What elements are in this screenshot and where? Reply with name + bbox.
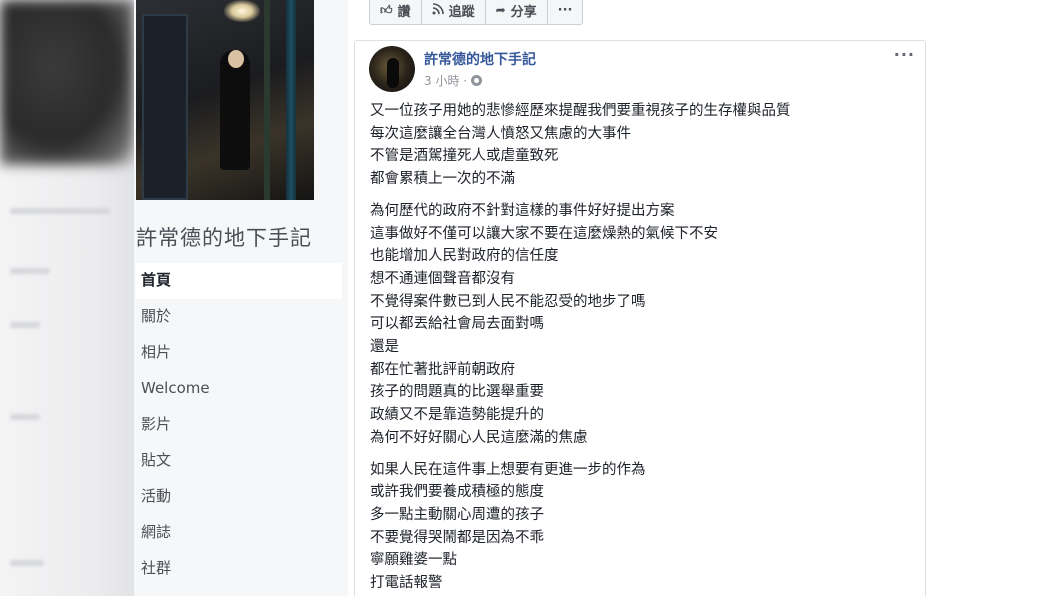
photo-person [220,50,250,170]
photo-pipe [286,0,296,200]
post-text-line: 多一點主動關心周遭的孩子 [370,506,544,523]
post-more-icon[interactable]: ··· [894,45,915,64]
post-text-line: 也能增加人民對政府的信任度 [370,248,559,265]
post-text-line: 還是 [370,339,399,356]
post-text-line: 為何不好好關心人民這麼滿的焦慮 [370,429,588,446]
share-label: 分享 [510,4,537,20]
post-author-name[interactable]: 許常德的地下手記 [424,49,536,69]
post-text-line: 不管是酒駕撞死人或虐童致死 [370,148,559,165]
post-text-line: 孩子的問題真的比選舉重要 [370,384,544,401]
post-paragraph: 又一位孩子用她的悲慘經歷來提醒我們要重視孩子的生存權與品質 每次這麼讓全台灣人憤怒… [370,100,910,191]
post-timestamp[interactable]: 3 小時 · [424,72,467,89]
post-text-line: 為何歷代的政府不針對這樣的事件好好提出方案 [370,202,675,219]
share-button[interactable]: ➦ 分享 [486,0,548,24]
post-text-line: 想不通連個聲音都沒有 [370,270,515,287]
post-meta: 3 小時 · [424,72,483,89]
like-label: 讚 [397,4,411,20]
photo-door [142,14,188,200]
nav-item-videos[interactable]: 影片 [134,407,342,443]
post-paragraph: 如果人民在這件事上想要有更進一步的作為 或許我們要養成積極的態度 多一點主動關心周遭… [370,459,910,595]
share-arrow-icon: ➦ [495,3,506,17]
like-button[interactable]: 👍︎ 讚 [370,0,422,24]
post-text-line: 如果人民在這件事上想要有更進一步的作為 [370,461,646,478]
photo-pipe [264,0,270,200]
blurred-text [10,208,110,214]
post-text-line: 都會累積上一次的不滿 [370,171,515,188]
more-label: ··· [557,2,573,18]
nav-item-about[interactable]: 關於 [134,299,342,335]
photo-person-head [228,50,244,68]
blurred-text [10,414,40,420]
globe-icon[interactable] [471,75,483,86]
page-sidebar: 許常德的地下手記 首頁 關於 相片 Welcome 影片 貼文 活動 網誌 社群 [134,0,348,596]
blurred-text [10,268,50,274]
follow-label: 追蹤 [448,4,475,20]
nav-item-posts[interactable]: 貼文 [134,443,342,479]
blurred-text [10,560,44,566]
follow-button[interactable]: 追蹤 [422,0,486,24]
nav-item-welcome[interactable]: Welcome [134,371,342,407]
post-text-line: 或許我們要養成積極的態度 [370,484,544,501]
post-text-line: 打電話報警 [370,575,443,592]
post-text-line: 不覺得案件數已到人民不能忍受的地步了嗎 [370,293,646,310]
post-card: 許常德的地下手記 3 小時 · ··· 又一位孩子用她的悲慘經歷來提醒我們要重視… [354,40,926,596]
thumbs-up-icon: 👍︎ [380,2,393,17]
post-text-line: 政績又不是靠造勢能提升的 [370,407,544,424]
post-text-line: 不要覺得哭鬧都是因為不乖 [370,529,544,546]
page-nav: 首頁 關於 相片 Welcome 影片 貼文 活動 網誌 社群 [134,263,342,587]
post-text-line: 寧願雞婆一點 [370,552,457,569]
rss-icon [432,2,444,18]
nav-item-events[interactable]: 活動 [134,479,342,515]
post-paragraph: 為何歷代的政府不針對這樣的事件好好提出方案這事做好不僅可以讓大家不要在這麼燥熱的… [370,200,910,450]
post-text-line: 每次這麼讓全台灣人憤怒又焦慮的大事件 [370,125,631,142]
post-text-line: 都在忙著批評前朝政府 [370,361,515,378]
page-action-bar: 👍︎ 讚 追蹤 ➦ 分享 ··· [369,0,584,25]
blurred-background [0,0,134,596]
blurred-text [10,322,40,328]
nav-item-notes[interactable]: 網誌 [134,515,342,551]
page-title[interactable]: 許常德的地下手記 [136,222,312,252]
nav-item-community[interactable]: 社群 [134,551,342,587]
post-body: 又一位孩子用她的悲慘經歷來提醒我們要重視孩子的生存權與品質 每次這麼讓全台灣人憤怒… [370,100,910,596]
nav-item-photos[interactable]: 相片 [134,335,342,371]
profile-cover-photo[interactable] [136,0,314,200]
nav-item-home[interactable]: 首頁 [136,263,342,299]
post-text-line: 這事做好不僅可以讓大家不要在這麼燥熱的氣候下不安 [370,225,718,242]
photo-light [224,0,260,22]
post-text-line: 可以都丟給社會局去面對嗎 [370,316,544,333]
blurred-photo [0,0,134,165]
avatar-figure [387,58,399,88]
more-options-button[interactable]: ··· [548,0,583,24]
post-text-line: 又一位孩子用她的悲慘經歷來提醒我們要重視孩子的生存權與品質 [370,103,791,119]
author-avatar[interactable] [369,46,415,92]
